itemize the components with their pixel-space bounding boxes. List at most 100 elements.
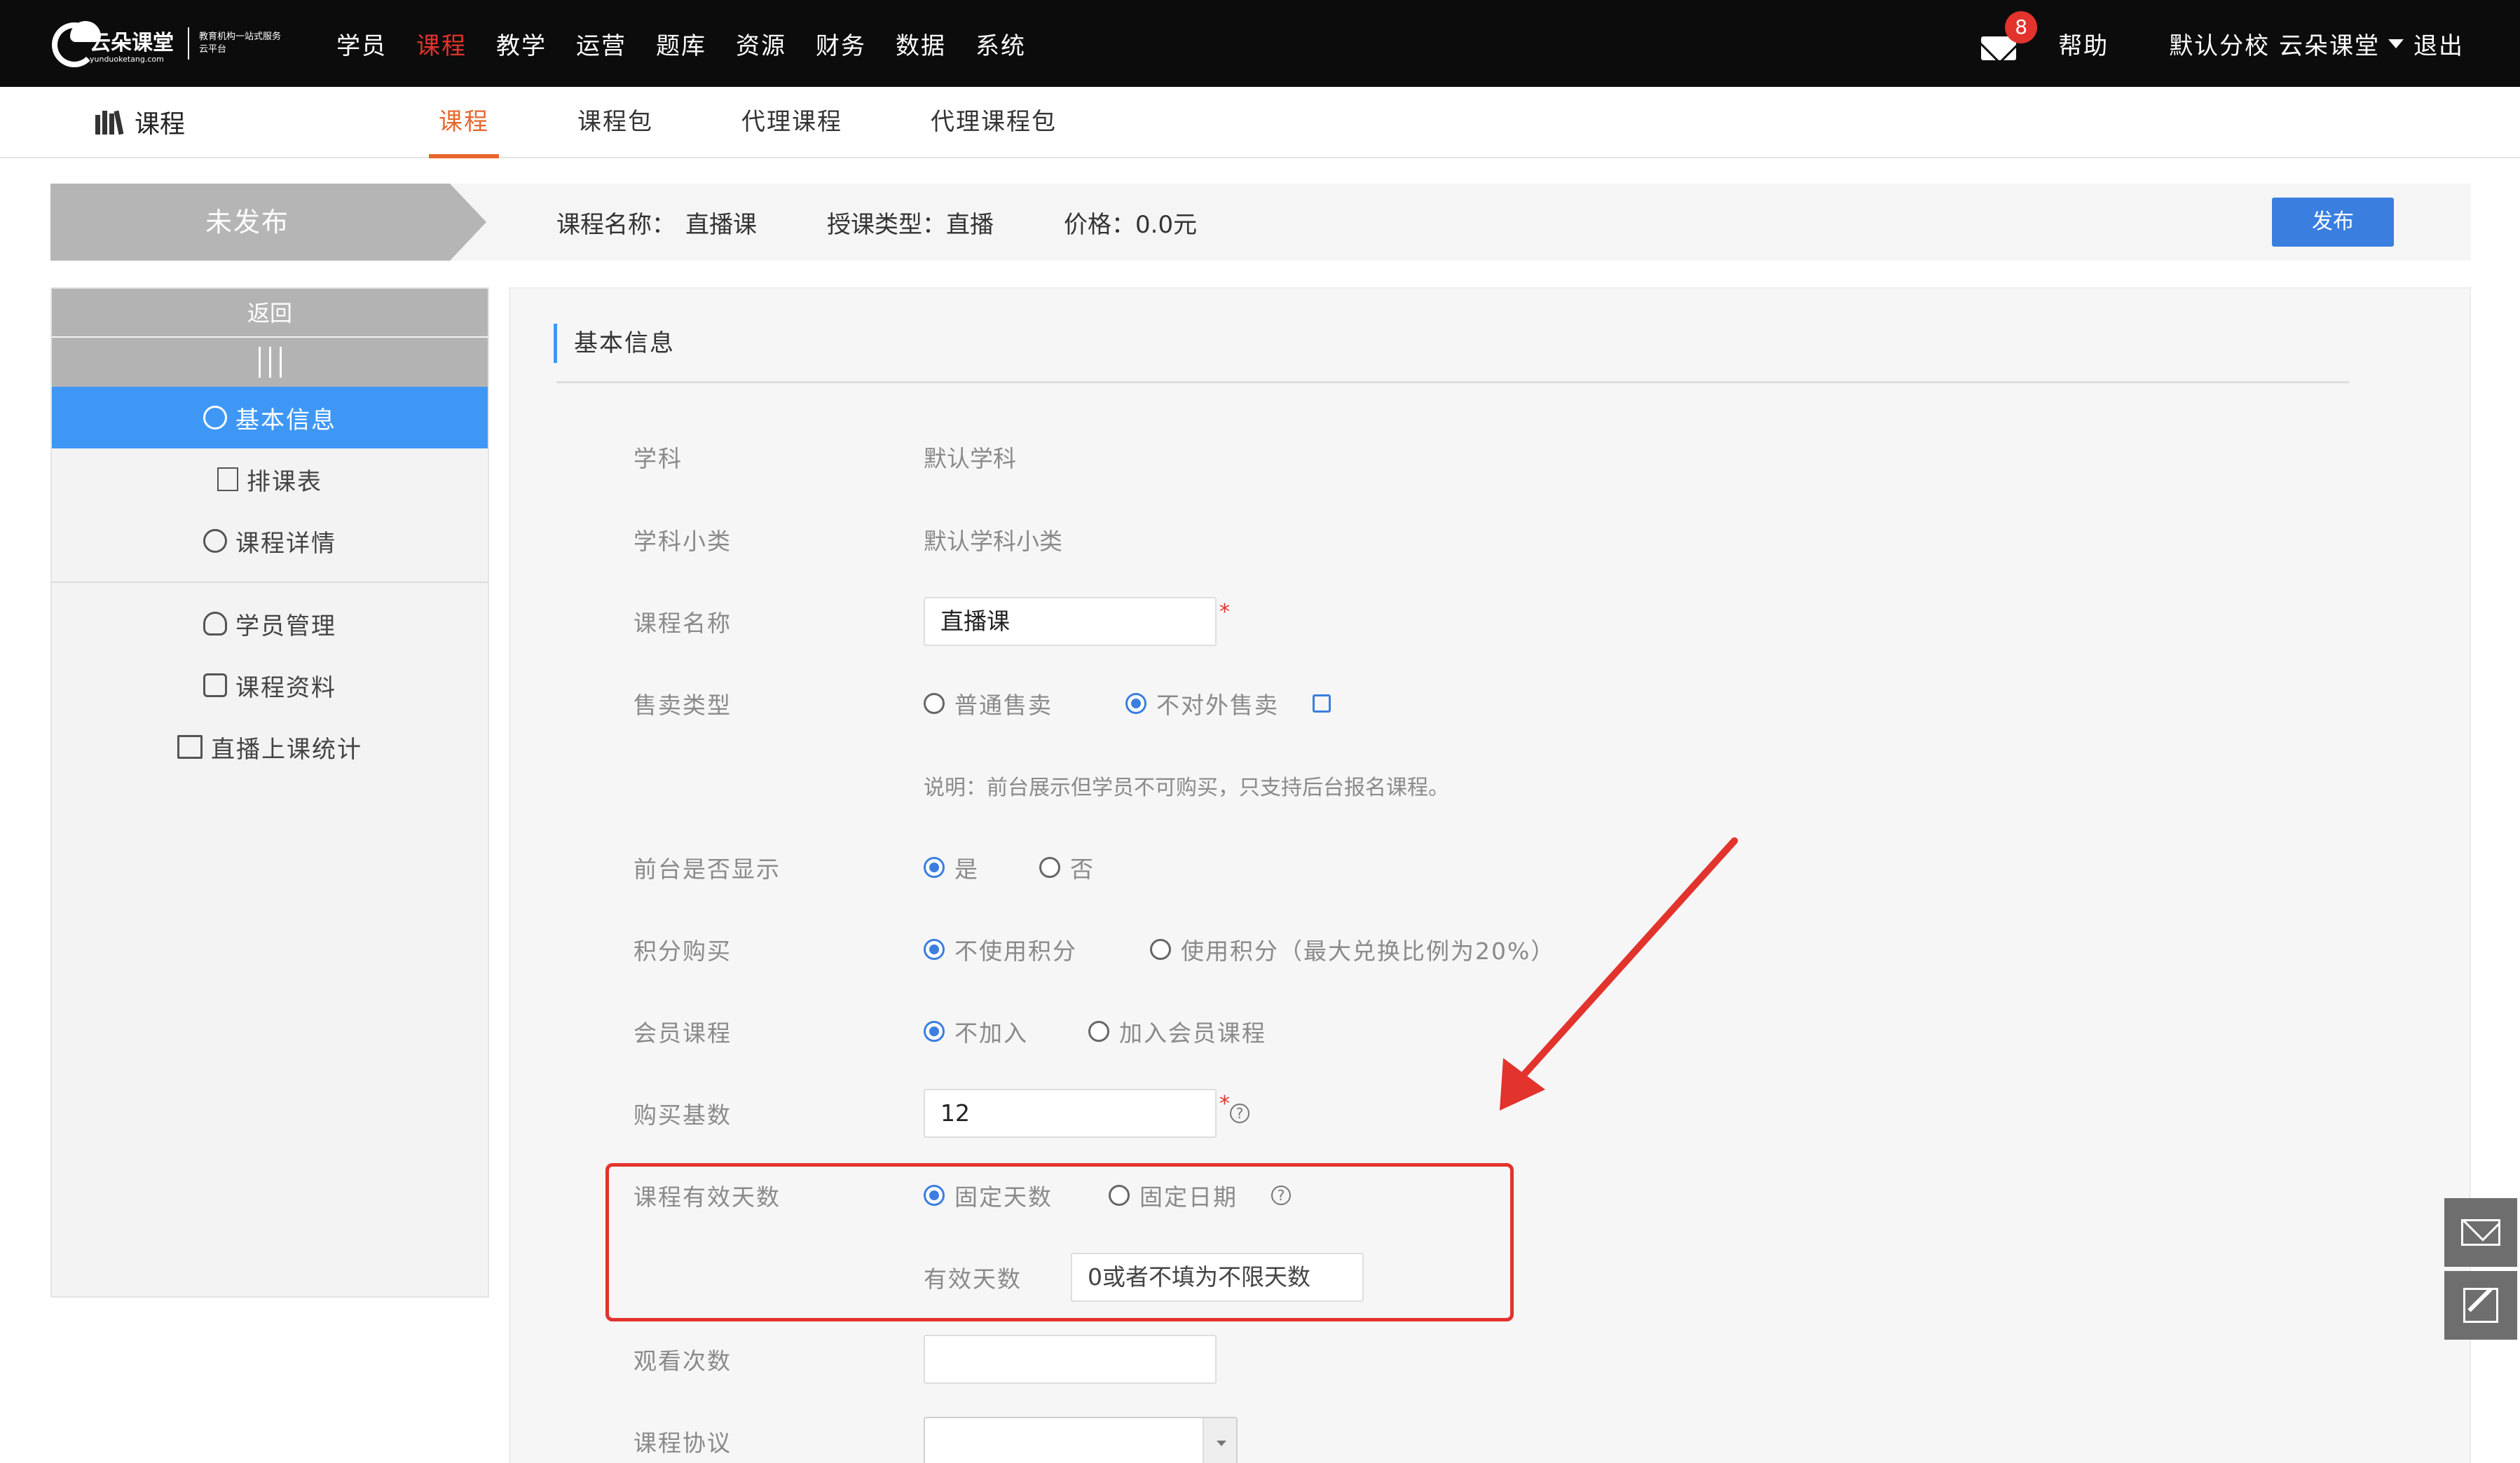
agreement-select[interactable]	[924, 1417, 1238, 1463]
tab-course-package[interactable]: 课程包	[568, 87, 663, 157]
logout-link[interactable]: 退出	[2413, 27, 2464, 61]
detail-icon	[203, 529, 227, 553]
sidebar-item-schedule[interactable]: 排课表	[52, 448, 488, 510]
mail-icon	[2461, 1219, 2500, 1246]
floating-toolbar	[2444, 1198, 2517, 1344]
help-link[interactable]: 帮助	[2058, 27, 2109, 61]
module-label: 课程	[135, 110, 186, 139]
course-sidebar: 返回 基本信息 排课表 课程详情 学员管理 课程资料 直播上课统计	[50, 287, 489, 1298]
course-name-label: 课程名称：	[556, 210, 676, 239]
radio-icon[interactable]	[924, 693, 945, 714]
radio-checked-icon[interactable]	[924, 939, 945, 960]
option-label: 加入会员课程	[1119, 1019, 1266, 1047]
sidebar-item-label: 排课表	[247, 467, 322, 496]
edit-icon[interactable]	[1313, 694, 1331, 713]
course-type-label: 授课类型：	[827, 210, 946, 239]
brand-slogan: 教育机构一站式服务云平台	[199, 32, 282, 55]
main-menu: 学员 课程 教学 运营 题库 资源 财务 数据 系统	[336, 0, 1055, 87]
option-label: 不加入	[954, 1019, 1028, 1047]
edit-icon	[2463, 1288, 2498, 1323]
option-label: 是	[954, 856, 979, 883]
sidebar-item-live-stats[interactable]: 直播上课统计	[52, 716, 488, 778]
message-float-button[interactable]	[2444, 1198, 2517, 1267]
course-type-value: 直播	[946, 210, 994, 239]
option-label: 不使用积分	[954, 937, 1077, 965]
nav-data[interactable]: 数据	[896, 27, 946, 61]
radio-checked-icon[interactable]	[1125, 693, 1146, 714]
radio-icon[interactable]	[1088, 1021, 1109, 1042]
back-button[interactable]: 返回	[52, 289, 488, 338]
school-switcher[interactable]: 默认分校 云朵课堂	[2169, 27, 2380, 61]
schedule-icon	[217, 467, 238, 491]
course-price-value: 0.0元	[1135, 210, 1198, 239]
sale-private-option[interactable]: 不对外售卖	[1125, 687, 1279, 720]
course-name-value: 直播课	[685, 210, 757, 239]
chevron-down-icon[interactable]	[1203, 1418, 1236, 1463]
brand-domain: yunduoketang.com	[90, 55, 164, 64]
points-off-option[interactable]: 不使用积分	[924, 933, 1077, 966]
agreement-label: 课程协议	[634, 1429, 732, 1457]
sidebar-divider	[52, 582, 488, 583]
course-name-input[interactable]: 直播课	[924, 597, 1217, 646]
tab-agent-course[interactable]: 代理课程	[732, 87, 852, 157]
module-title: 课程	[95, 87, 185, 157]
show-yes-option[interactable]: 是	[924, 851, 979, 884]
sidebar-item-students[interactable]: 学员管理	[52, 593, 488, 654]
subcategory-label: 学科小类	[634, 528, 732, 555]
annotation-arrow-icon	[1500, 837, 1738, 1111]
list-circle-icon	[203, 406, 227, 430]
view-count-label: 观看次数	[634, 1347, 732, 1375]
radio-icon[interactable]	[1150, 939, 1171, 960]
feedback-float-button[interactable]	[2444, 1271, 2517, 1340]
publish-button[interactable]: 发布	[2272, 198, 2394, 247]
caret-down-icon[interactable]	[2388, 39, 2404, 48]
required-mark: *	[1219, 1091, 1230, 1116]
view-count-input[interactable]	[924, 1335, 1217, 1384]
nav-students[interactable]: 学员	[336, 27, 387, 61]
sidebar-item-label: 直播上课统计	[211, 735, 362, 764]
sale-normal-option[interactable]: 普通售卖	[924, 687, 1053, 720]
subject-label: 学科	[634, 445, 683, 472]
radio-checked-icon[interactable]	[924, 857, 945, 878]
top-navbar: 云朵课堂 yunduoketang.com 教育机构一站式服务云平台 学员 课程…	[0, 0, 2520, 87]
course-name-label: 课程名称	[634, 610, 732, 637]
member-no-option[interactable]: 不加入	[924, 1015, 1028, 1048]
tab-agent-course-package[interactable]: 代理课程包	[921, 87, 1067, 157]
points-label: 积分购买	[634, 937, 732, 965]
radio-icon[interactable]	[1039, 857, 1060, 878]
nav-operations[interactable]: 运营	[576, 27, 626, 61]
collapse-handle[interactable]	[52, 338, 488, 387]
nav-question-bank[interactable]: 题库	[656, 27, 706, 61]
brand-logo[interactable]: 云朵课堂 yunduoketang.com 教育机构一站式服务云平台	[49, 15, 283, 71]
nav-courses[interactable]: 课程	[416, 27, 467, 61]
sidebar-item-course-detail[interactable]: 课程详情	[52, 510, 488, 572]
section-divider	[556, 381, 2349, 383]
show-no-option[interactable]: 否	[1039, 851, 1095, 884]
nav-system[interactable]: 系统	[975, 27, 1026, 61]
nav-teaching[interactable]: 教学	[496, 27, 547, 61]
nav-finance[interactable]: 财务	[816, 27, 866, 61]
subcategory-value: 默认学科小类	[924, 528, 1062, 555]
sale-type-label: 售卖类型	[634, 692, 732, 719]
required-mark: *	[1219, 599, 1230, 624]
sidebar-item-materials[interactable]: 课程资料	[52, 654, 488, 716]
help-question-icon[interactable]: ?	[1230, 1104, 1249, 1123]
sidebar-item-label: 基本信息	[235, 406, 336, 434]
show-front-label: 前台是否显示	[634, 856, 781, 883]
sidebar-item-label: 学员管理	[235, 612, 336, 640]
radio-checked-icon[interactable]	[924, 1021, 945, 1042]
library-icon	[95, 109, 124, 135]
member-label: 会员课程	[634, 1019, 732, 1047]
sub-tabs: 课程 课程包 代理课程 代理课程包	[429, 87, 1135, 158]
nav-resources[interactable]: 资源	[736, 27, 786, 61]
sidebar-item-basic-info[interactable]: 基本信息	[52, 387, 488, 448]
purchase-base-input[interactable]: 12	[924, 1089, 1217, 1138]
mail-icon[interactable]: 8	[1980, 11, 2038, 60]
member-yes-option[interactable]: 加入会员课程	[1088, 1015, 1266, 1048]
mail-badge: 8	[2005, 11, 2038, 43]
subject-value: 默认学科	[924, 445, 1016, 472]
tab-course[interactable]: 课程	[429, 87, 499, 158]
course-price-label: 价格：	[1064, 210, 1135, 239]
course-meta: 课程名称： 直播课 授课类型：直播 价格：0.0元	[556, 184, 1267, 261]
sidebar-item-label: 课程详情	[235, 529, 336, 558]
